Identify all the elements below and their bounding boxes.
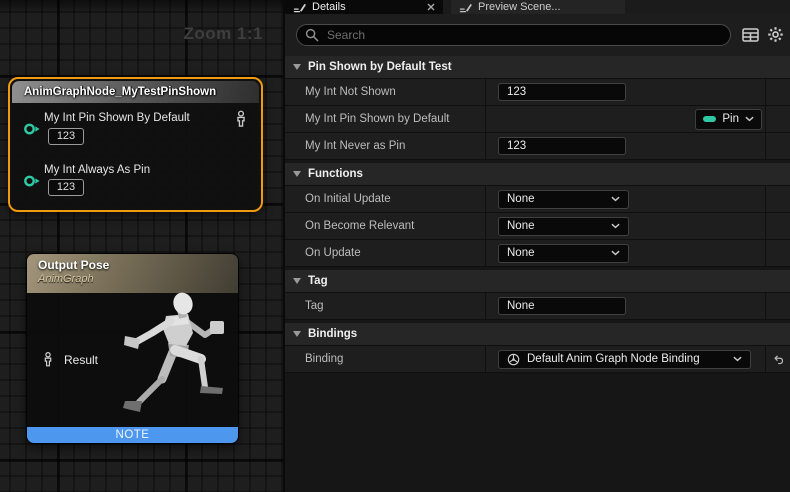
section-header-tag[interactable]: Tag bbox=[285, 270, 790, 293]
property-row: On Initial Update None bbox=[285, 186, 790, 213]
reset-to-default-icon[interactable] bbox=[772, 353, 785, 366]
anim-graph-canvas[interactable]: Zoom 1:1 AnimGraphNode_MyTestPinShown My… bbox=[0, 0, 283, 492]
collapse-arrow-icon bbox=[293, 171, 301, 177]
node-header[interactable]: Output Pose AnimGraph bbox=[27, 254, 238, 293]
graph-zoom-indicator: Zoom 1:1 bbox=[183, 24, 263, 44]
chevron-down-icon bbox=[611, 223, 620, 229]
chevron-down-icon bbox=[611, 250, 620, 256]
my-int-not-shown-input[interactable] bbox=[498, 83, 626, 101]
tab-label: Preview Scene... bbox=[478, 1, 561, 13]
anim-graph-node[interactable]: AnimGraphNode_MyTestPinShown My Int Pin … bbox=[8, 77, 263, 212]
properties-list: Pin Shown by Default Test My Int Not Sho… bbox=[285, 56, 790, 492]
section-title: Pin Shown by Default Test bbox=[308, 61, 452, 73]
dropdown-value: None bbox=[507, 247, 611, 259]
tab-details[interactable]: Details bbox=[285, 0, 443, 14]
int-pin-icon[interactable] bbox=[23, 122, 41, 136]
property-label: My Int Pin Shown by Default bbox=[305, 113, 449, 125]
details-panel-icon bbox=[293, 2, 306, 13]
tab-preview-scene[interactable]: Preview Scene... bbox=[451, 0, 625, 14]
node-title: Output Pose bbox=[38, 258, 238, 272]
property-row: My Int Not Shown bbox=[285, 79, 790, 106]
result-pin-label: Result bbox=[64, 353, 98, 367]
pin-pill-icon bbox=[703, 116, 716, 122]
property-label: My Int Never as Pin bbox=[305, 140, 405, 152]
result-pin[interactable]: Result bbox=[41, 351, 98, 368]
search-input[interactable] bbox=[325, 27, 730, 43]
details-panel: Details Preview Scene... bbox=[283, 0, 790, 492]
person-icon[interactable] bbox=[233, 110, 249, 128]
search-row bbox=[285, 14, 790, 57]
graph-top-shadow bbox=[0, 0, 283, 14]
node-note-bar[interactable]: NOTE bbox=[27, 427, 238, 443]
search-icon bbox=[305, 28, 319, 42]
chevron-down-icon bbox=[611, 196, 620, 202]
on-become-relevant-dropdown[interactable]: None bbox=[498, 217, 629, 236]
section-header-functions[interactable]: Functions bbox=[285, 163, 790, 186]
property-label: On Initial Update bbox=[305, 193, 391, 205]
binding-icon bbox=[507, 353, 520, 366]
running-mannequin-image bbox=[109, 291, 239, 431]
property-label: Tag bbox=[305, 300, 324, 312]
pin-label: My Int Pin Shown By Default bbox=[44, 112, 190, 124]
property-row: Tag bbox=[285, 293, 790, 320]
on-update-dropdown[interactable]: None bbox=[498, 244, 629, 263]
on-initial-update-dropdown[interactable]: None bbox=[498, 190, 629, 209]
node-subtitle: AnimGraph bbox=[38, 273, 238, 285]
section-header-bindings[interactable]: Bindings bbox=[285, 323, 790, 346]
tag-input[interactable] bbox=[498, 297, 626, 315]
section-title: Functions bbox=[308, 168, 363, 180]
property-row: On Update None bbox=[285, 240, 790, 267]
collapse-arrow-icon bbox=[293, 331, 301, 337]
property-row: My Int Pin Shown by Default Pin bbox=[285, 106, 790, 133]
tab-label: Details bbox=[312, 1, 346, 13]
property-label: My Int Not Shown bbox=[305, 86, 396, 98]
collapse-arrow-icon bbox=[293, 278, 301, 284]
section-title: Tag bbox=[308, 275, 328, 287]
panel-tab-strip: Details Preview Scene... bbox=[285, 0, 790, 14]
chevron-down-icon bbox=[733, 356, 742, 362]
pin-value-box[interactable]: 123 bbox=[48, 128, 84, 145]
collapse-arrow-icon bbox=[293, 64, 301, 70]
pin-value-box[interactable]: 123 bbox=[48, 179, 84, 196]
output-pose-node[interactable]: Output Pose AnimGraph Result bbox=[26, 253, 239, 444]
section-title: Bindings bbox=[308, 328, 357, 340]
property-label: On Become Relevant bbox=[305, 220, 414, 232]
dropdown-value: None bbox=[507, 193, 611, 205]
preview-scene-icon bbox=[459, 2, 472, 13]
display-filter-table-icon[interactable] bbox=[742, 28, 759, 42]
property-row: My Int Never as Pin bbox=[285, 133, 790, 160]
pin-mode-value: Pin bbox=[722, 113, 739, 125]
close-tab-icon[interactable] bbox=[427, 3, 435, 11]
int-pin-icon[interactable] bbox=[23, 174, 41, 188]
property-label: On Update bbox=[305, 247, 361, 259]
property-label: Binding bbox=[305, 353, 343, 365]
pin-mode-dropdown[interactable]: Pin bbox=[695, 109, 762, 130]
dropdown-value: Default Anim Graph Node Binding bbox=[527, 353, 726, 365]
section-header-pin-shown-by-default-test[interactable]: Pin Shown by Default Test bbox=[285, 56, 790, 79]
chevron-down-icon bbox=[745, 116, 754, 122]
property-row: On Become Relevant None bbox=[285, 213, 790, 240]
property-row: Binding Default Anim Graph Node Binding bbox=[285, 346, 790, 373]
dropdown-value: None bbox=[507, 220, 611, 232]
search-box[interactable] bbox=[296, 24, 731, 46]
person-icon bbox=[41, 351, 55, 368]
my-int-never-as-pin-input[interactable] bbox=[498, 137, 626, 155]
settings-gear-icon[interactable] bbox=[767, 26, 784, 43]
pin-label: My Int Always As Pin bbox=[44, 164, 150, 176]
binding-dropdown[interactable]: Default Anim Graph Node Binding bbox=[498, 350, 751, 369]
node-title[interactable]: AnimGraphNode_MyTestPinShown bbox=[12, 81, 259, 103]
